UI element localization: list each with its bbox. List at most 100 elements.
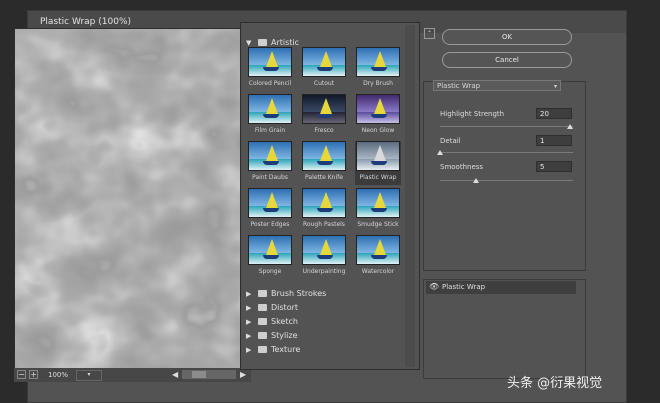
filter-gallery-panel: ▼ Artistic Colored Pencil Cutout Dry Brush… [240, 22, 420, 370]
sailboat-thumbnail-icon [356, 47, 400, 77]
collapsed-triangle-icon: ▶ [246, 317, 252, 326]
category-label: Distort [271, 303, 299, 312]
filter-thumbnail[interactable]: Fresco [301, 94, 347, 138]
collapsed-triangle-icon: ▶ [246, 303, 252, 312]
filter-thumbnail-label: Plastic Wrap [359, 174, 397, 181]
folder-icon [258, 332, 267, 339]
eye-icon[interactable]: 👁 [429, 283, 439, 291]
filter-thumbnail-label: Palette Knife [305, 174, 343, 181]
filter-select[interactable]: Plastic Wrap ▾ [433, 80, 561, 91]
chevron-down-icon: ▾ [553, 83, 557, 90]
category-label: Stylize [271, 331, 298, 340]
folder-icon [258, 290, 267, 297]
collapsed-triangle-icon: ▶ [246, 345, 252, 354]
sailboat-thumbnail-icon [356, 235, 400, 265]
category-artistic[interactable]: ▼ Artistic [246, 38, 299, 47]
detail-slider[interactable] [437, 150, 573, 155]
filter-thumbnail-label: Cutout [313, 80, 335, 87]
collapsed-triangle-icon: ▶ [246, 289, 252, 298]
highlight-strength-input[interactable]: 20 [536, 108, 572, 119]
gallery-scrollbar[interactable] [405, 25, 415, 367]
filter-thumbnail[interactable]: Plastic Wrap [355, 141, 401, 185]
folder-icon [258, 318, 267, 325]
category-texture[interactable]: ▶ Texture [246, 345, 300, 354]
sailboat-thumbnail-icon [248, 235, 292, 265]
category-label: Sketch [271, 317, 298, 326]
filter-thumbnail[interactable]: Underpainting [301, 235, 347, 279]
filter-thumbnail[interactable]: Watercolor [355, 235, 401, 279]
sailboat-thumbnail-icon [356, 141, 400, 171]
cancel-button[interactable]: Cancel [442, 52, 572, 68]
filter-select-value: Plastic Wrap [437, 82, 481, 90]
sailboat-thumbnail-icon [302, 235, 346, 265]
sailboat-thumbnail-icon [356, 94, 400, 124]
sailboat-thumbnail-icon [302, 141, 346, 171]
detail-knob[interactable] [437, 150, 443, 155]
filter-thumbnail-label: Paint Daubs [252, 174, 288, 181]
zoom-out-button[interactable]: − [17, 370, 26, 379]
category-label: Artistic [271, 38, 300, 47]
sailboat-thumbnail-icon [302, 47, 346, 77]
filter-thumbnail-label: Poster Edges [250, 221, 290, 228]
filter-thumbnail-label: Rough Pastels [303, 221, 345, 228]
filter-thumbnail[interactable]: Dry Brush [355, 47, 401, 91]
zoom-dropdown[interactable]: ▾ [76, 370, 102, 381]
filter-thumbnail[interactable]: Rough Pastels [301, 188, 347, 232]
filter-thumbnail[interactable]: Poster Edges [247, 188, 293, 232]
detail-input[interactable]: 1 [536, 135, 572, 146]
category-label: Brush Strokes [271, 289, 327, 298]
category-stylize[interactable]: ▶ Stylize [246, 331, 298, 340]
scroll-right-icon[interactable]: ▶ [240, 368, 246, 382]
folder-icon [258, 346, 267, 353]
sailboat-thumbnail-icon [248, 94, 292, 124]
effect-layer-row[interactable]: 👁 Plastic Wrap [426, 281, 576, 294]
zoom-level: 100% [48, 371, 69, 379]
highlight-strength-knob[interactable] [567, 124, 573, 129]
sailboat-thumbnail-icon [248, 141, 292, 171]
detail-label: Detail [440, 137, 461, 145]
zoom-bar: − + 100% ▾ ◀ ▶ [14, 368, 251, 382]
filter-thumbnail-label: Colored Pencil [248, 80, 292, 87]
sailboat-thumbnail-icon [302, 94, 346, 124]
collapsed-triangle-icon: ▶ [246, 331, 252, 340]
filter-thumbnail-label: Watercolor [361, 268, 395, 275]
sailboat-thumbnail-icon [248, 188, 292, 218]
filter-thumbnail[interactable]: Film Grain [247, 94, 293, 138]
filter-thumbnail-label: Dry Brush [363, 80, 393, 87]
filter-thumbnail-label: Sponge [258, 268, 282, 275]
effect-layers-panel [423, 279, 586, 379]
effect-layer-name: Plastic Wrap [442, 283, 486, 291]
smoothness-knob[interactable] [473, 178, 480, 183]
filter-thumbnail-label: Film Grain [254, 127, 286, 134]
watermark: 头条 @衍果视觉 [507, 376, 603, 391]
category-distort[interactable]: ▶ Distort [246, 303, 298, 312]
preview-canvas[interactable] [14, 28, 242, 370]
expanded-triangle-icon: ▼ [246, 38, 252, 47]
filter-thumbnail[interactable]: Colored Pencil [247, 47, 293, 91]
folder-icon [258, 39, 267, 46]
filter-thumbnail[interactable]: Cutout [301, 47, 347, 91]
filter-thumbnail-label: Neon Glow [361, 127, 395, 134]
category-label: Texture [271, 345, 301, 354]
folder-icon [258, 304, 267, 311]
scrollbar-thumb[interactable] [192, 371, 206, 378]
filter-thumbnail[interactable]: Neon Glow [355, 94, 401, 138]
category-brush-strokes[interactable]: ▶ Brush Strokes [246, 289, 326, 298]
ok-button[interactable]: OK [442, 29, 572, 45]
highlight-strength-slider[interactable] [440, 124, 573, 129]
smoothness-slider[interactable] [440, 178, 573, 183]
collapse-gallery-button[interactable]: ⌃ [424, 28, 435, 39]
scroll-left-icon[interactable]: ◀ [172, 368, 178, 382]
highlight-strength-label: Highlight Strength [440, 110, 505, 118]
sailboat-thumbnail-icon [302, 188, 346, 218]
sailboat-thumbnail-icon [248, 47, 292, 77]
preview-horizontal-scrollbar[interactable] [182, 370, 236, 379]
filter-thumbnail[interactable]: Paint Daubs [247, 141, 293, 185]
filter-thumbnail[interactable]: Smudge Stick [355, 188, 401, 232]
filter-thumbnail[interactable]: Palette Knife [301, 141, 347, 185]
category-sketch[interactable]: ▶ Sketch [246, 317, 298, 326]
zoom-in-button[interactable]: + [29, 370, 38, 379]
filter-thumbnail[interactable]: Sponge [247, 235, 293, 279]
smoothness-input[interactable]: 5 [536, 161, 572, 172]
plastic-wrap-preview-image [15, 29, 241, 369]
